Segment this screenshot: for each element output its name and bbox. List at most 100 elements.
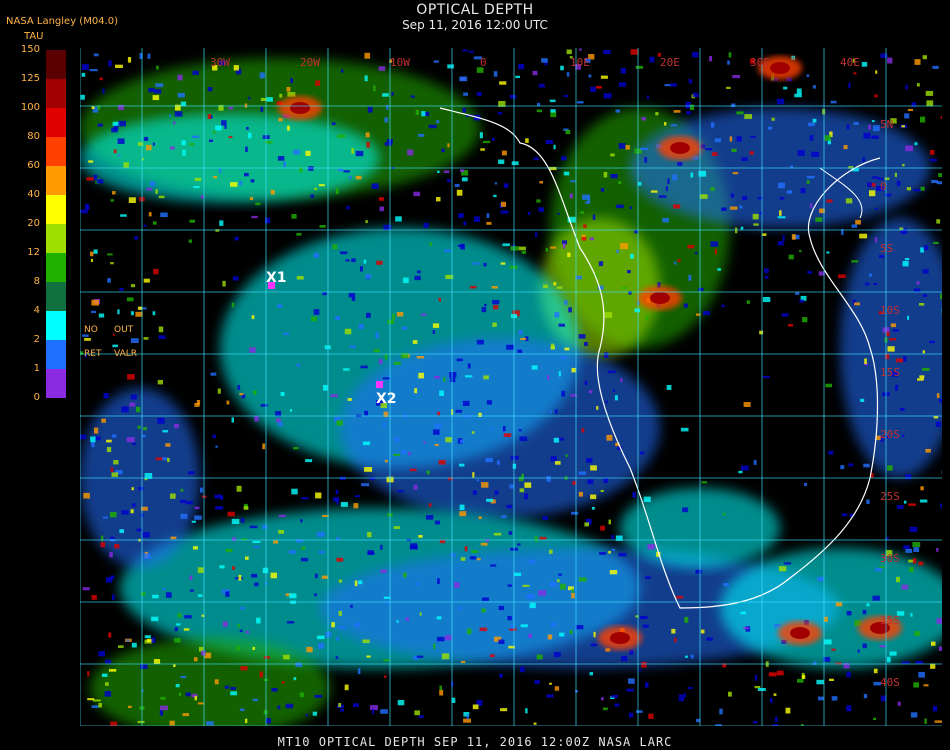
cloud-speck (364, 75, 368, 82)
cloud-speck (543, 284, 548, 288)
cloud-speck (776, 98, 785, 105)
cloud-speck (434, 423, 442, 429)
cloud-speck (491, 286, 498, 289)
cloud-speck (336, 420, 343, 426)
cloud-speck (471, 431, 475, 434)
cloud-speck (857, 649, 860, 653)
cloud-speck (157, 379, 163, 385)
cloud-speck (87, 671, 90, 677)
cloud-speck (444, 635, 452, 641)
cloud-speck (884, 353, 890, 360)
cloud-speck (571, 511, 579, 515)
cloud-speck (384, 354, 388, 360)
cloud-speck (555, 461, 561, 465)
cloud-speck (508, 531, 513, 535)
cloud-speck (688, 79, 693, 84)
cloud-speck (402, 277, 409, 284)
cloud-speck (271, 688, 278, 692)
cloud-speck (698, 287, 704, 292)
cloud-speck (498, 639, 505, 645)
cloud-speck (618, 552, 627, 557)
storm-core (790, 627, 810, 639)
cloud-speck (131, 487, 134, 491)
cloud-speck (380, 544, 383, 550)
cloud-speck (925, 448, 931, 453)
cloud-speck (728, 691, 732, 697)
cloud-speck (104, 691, 112, 697)
storm-core (650, 292, 670, 304)
cloud-speck (197, 567, 204, 573)
legend-note: NO (84, 325, 98, 335)
cloud-speck (717, 268, 721, 271)
cloud-speck (563, 171, 570, 176)
cloud-speck (643, 496, 651, 503)
cloud-speck (682, 507, 689, 513)
cloud-speck (454, 184, 460, 188)
storm-core (290, 102, 310, 114)
cloud-speck (428, 124, 437, 129)
cloud-speck (616, 249, 619, 254)
cloud-speck (910, 613, 913, 617)
cloud-speck (234, 236, 239, 241)
cloud-speck (549, 410, 552, 414)
cloud-speck (378, 359, 383, 365)
cloud-speck (386, 104, 389, 110)
cloud-speck (174, 111, 183, 117)
cloud-speck (285, 703, 294, 709)
cloud-speck (306, 646, 313, 653)
cloud-speck (729, 136, 733, 142)
cloud-speck (666, 385, 672, 390)
cloud-speck (414, 710, 420, 716)
cloud-speck (239, 629, 243, 633)
cloud-speck (527, 212, 531, 215)
cloud-speck (148, 212, 152, 217)
cloud-speck (82, 587, 90, 591)
cloud-speck (387, 319, 394, 324)
cloud-speck (239, 708, 245, 712)
cloud-speck (778, 566, 787, 572)
cloud-speck (871, 135, 879, 139)
cloud-speck (535, 232, 538, 237)
cloud-speck (119, 288, 124, 291)
cloud-speck (287, 125, 290, 131)
cloud-speck (396, 620, 399, 623)
cloud-speck (444, 249, 452, 253)
cloud-speck (547, 634, 553, 640)
cloud-speck (779, 197, 785, 200)
cloud-speck (457, 607, 463, 610)
cloud-speck (801, 675, 806, 679)
cloud-speck (459, 511, 467, 517)
cloud-speck (145, 144, 152, 151)
cloud-speck (549, 549, 553, 554)
cloud-speck (283, 332, 290, 336)
cloud-speck (434, 376, 440, 379)
cloud-speck (916, 281, 920, 285)
cloud-speck (628, 678, 635, 684)
cloud-speck (137, 425, 141, 429)
cloud-speck (726, 86, 731, 89)
cloud-speck (230, 691, 237, 696)
cloud-speck (578, 471, 586, 475)
cloud-speck (251, 315, 255, 320)
cloud-speck (886, 536, 889, 540)
cloud-speck (914, 59, 921, 65)
cloud-speck (831, 648, 836, 651)
cloud-speck (293, 677, 297, 681)
cloud-speck (224, 685, 230, 689)
cloud-speck (476, 339, 484, 345)
cloud-speck (862, 609, 867, 615)
grid-label-lon: 30E (750, 56, 770, 69)
cloud-speck (469, 285, 477, 289)
cloud-speck (101, 673, 108, 677)
cloud-speck (812, 661, 817, 665)
footer-caption: MT10 OPTICAL DEPTH SEP 11, 2016 12:00Z N… (277, 735, 673, 749)
cloud-speck (743, 627, 749, 630)
cloud-speck (788, 254, 794, 260)
cloud-speck (521, 250, 526, 254)
cloud-speck (382, 93, 389, 97)
cloud-speck (402, 326, 408, 330)
cloud-speck (890, 323, 896, 328)
cloud-speck (529, 559, 536, 564)
cloud-speck (143, 427, 148, 431)
legend-swatch (46, 369, 66, 398)
